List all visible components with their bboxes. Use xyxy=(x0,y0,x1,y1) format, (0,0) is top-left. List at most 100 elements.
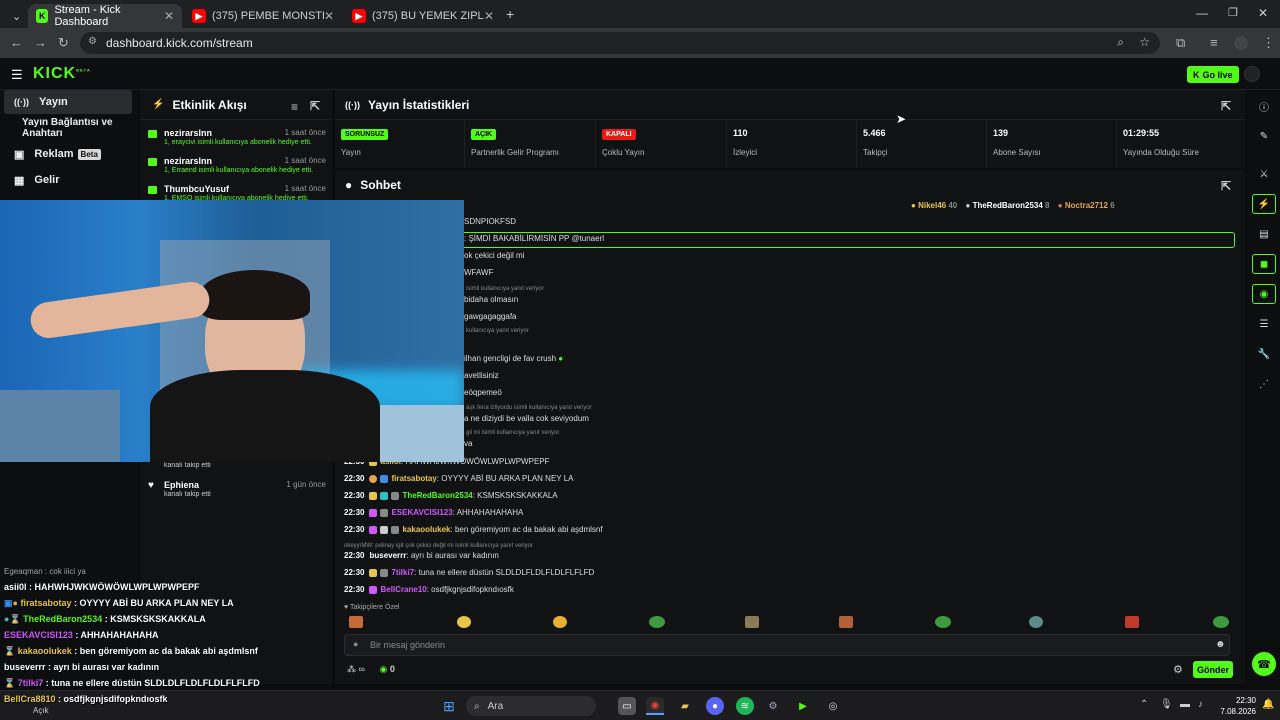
reply-context: isimli kullanıcıya yanıt veriyor xyxy=(466,286,544,292)
maximize-button[interactable]: ❐ xyxy=(1228,6,1238,19)
browser-menu-icon[interactable]: ⋮ xyxy=(1262,35,1275,51)
emote-icon[interactable] xyxy=(745,616,759,628)
chat-footer: ⁂ ∞ ◉ 0 xyxy=(347,664,395,674)
user-avatar[interactable] xyxy=(1244,66,1260,82)
volume-icon[interactable]: ♪ xyxy=(1198,699,1203,710)
emote-icon[interactable] xyxy=(1125,616,1139,628)
send-button[interactable]: Gönder xyxy=(1193,661,1233,678)
chat-input[interactable]: ● Bir mesaj gönderin ☻ xyxy=(344,634,1230,656)
bookmark-star-icon[interactable]: ☆ xyxy=(1139,35,1150,49)
emote-icon[interactable] xyxy=(839,616,853,628)
weather-status: Açık xyxy=(33,706,49,715)
stat-multistream: KAPALI Çoklu Yayın xyxy=(596,120,727,168)
tab-list-button[interactable]: ⌄ xyxy=(4,4,26,28)
extensions-icon[interactable]: ⧉ xyxy=(1176,35,1185,51)
zoom-icon[interactable]: ⌕ xyxy=(1117,35,1124,50)
browser-tab-bar: ⌄ K Stream - Kick Dashboard ✕ ▶ (375) PE… xyxy=(0,0,1280,28)
chat-settings-icon[interactable]: ● xyxy=(353,639,358,649)
pencil-icon[interactable]: ✎ xyxy=(1252,126,1276,146)
users-icon[interactable]: ⁂ xyxy=(347,664,356,674)
emote-icon[interactable] xyxy=(553,616,567,628)
popout-icon[interactable]: ⇱ xyxy=(1221,99,1231,113)
media-icon[interactable]: ≡ xyxy=(1210,35,1218,50)
new-tab-button[interactable]: + xyxy=(506,6,514,22)
windows-start-icon[interactable]: ⊞ xyxy=(440,697,458,715)
chat-message: va xyxy=(464,439,473,448)
window-close-button[interactable]: ✕ xyxy=(1258,6,1268,20)
emote-icon[interactable] xyxy=(457,616,471,628)
popout-icon[interactable]: ⇱ xyxy=(310,99,320,113)
sidebar-item-yayin[interactable]: ((·)) Yayın xyxy=(4,90,132,114)
broadcast-icon: ((·)) xyxy=(345,99,360,110)
wrench-icon[interactable]: 🔧 xyxy=(1252,344,1276,364)
mod-icon[interactable]: ⚔ xyxy=(1252,164,1276,184)
forward-icon[interactable]: → xyxy=(34,35,47,50)
spotify-icon[interactable]: ≋ xyxy=(736,697,754,715)
reload-icon[interactable]: ↻ xyxy=(58,35,69,51)
info-icon[interactable]: ⓘ xyxy=(1252,96,1276,116)
ad-icon: ▣ xyxy=(14,148,25,161)
chat-bubble-icon[interactable]: ◼ xyxy=(1252,254,1276,274)
emote-icon[interactable] xyxy=(649,616,665,628)
emote-icon[interactable] xyxy=(349,616,363,628)
hamburger-menu-icon[interactable]: ☰ xyxy=(11,67,23,83)
task-view-icon[interactable]: ▭ xyxy=(618,697,636,715)
address-bar-row: ← → ↻ ⚙ dashboard.kick.com/stream ⌕ ☆ ⧉ … xyxy=(0,28,1280,58)
lightning-icon[interactable]: ⚡ xyxy=(1252,194,1276,214)
badge-icon xyxy=(391,525,400,534)
status-badge: KAPALI xyxy=(602,129,636,140)
lightning-icon: ⚡ xyxy=(152,99,165,110)
emote-icon[interactable] xyxy=(935,616,951,628)
steam-icon[interactable]: ⚙ xyxy=(764,697,782,715)
chevron-up-icon[interactable]: ⌃ xyxy=(1140,699,1148,710)
gift-icon xyxy=(148,186,157,194)
close-icon[interactable]: ✕ xyxy=(164,9,174,23)
popout-icon[interactable]: ⇱ xyxy=(1221,179,1231,193)
clipboard-icon[interactable]: ▤ xyxy=(1252,224,1276,244)
kick-logo[interactable]: KICKBETA xyxy=(33,65,91,83)
stat-subscribers: 139 Abone Sayısı xyxy=(987,120,1117,168)
close-icon[interactable]: ✕ xyxy=(484,9,494,23)
emote-icon[interactable] xyxy=(1213,616,1229,628)
gear-icon[interactable]: ⚙ xyxy=(1173,663,1183,676)
profile-avatar[interactable] xyxy=(1234,36,1248,50)
obs-icon[interactable]: ◎ xyxy=(824,697,842,715)
emoji-icon[interactable]: ☻ xyxy=(1215,639,1226,650)
broadcast-icon[interactable]: ◉ xyxy=(1252,284,1276,304)
minimize-button[interactable]: — xyxy=(1196,6,1208,20)
go-live-button[interactable]: K Go live xyxy=(1187,66,1239,83)
tab-kick-dashboard[interactable]: K Stream - Kick Dashboard ✕ xyxy=(28,4,182,28)
sidebar-item-reklam[interactable]: ▣ Reklam Beta xyxy=(4,142,132,166)
chat-message: gawgagaggafa xyxy=(464,312,517,321)
sidebar-item-gelir[interactable]: ▦ Gelir xyxy=(4,168,132,192)
network-icon[interactable]: ▬ xyxy=(1180,699,1190,710)
crown-icon: ● xyxy=(965,201,971,210)
taskbar-search[interactable]: ⌕ Ara xyxy=(466,696,596,716)
stream-stats-panel: ((·)) Yayın İstatistikleri ⇱ SORUNSUZ Ya… xyxy=(335,90,1245,168)
stat-yayin: SORUNSUZ Yayın xyxy=(335,120,465,168)
microphone-icon[interactable]: 🎙 xyxy=(1160,699,1173,710)
url-field[interactable]: ⚙ dashboard.kick.com/stream ⌕ ☆ xyxy=(80,32,1160,54)
chat-message: 22:30 firatsabotay: OYYYY ABİ BU ARKA PLA… xyxy=(344,474,574,483)
sidebar-item-stream-key[interactable]: Yayın Bağlantısı ve Anahtarı xyxy=(4,116,140,140)
reply-context: okeyy\MW: pelinay igit çok çekici değil … xyxy=(344,543,533,549)
help-chat-button[interactable]: ☎ xyxy=(1252,652,1276,676)
filter-icon[interactable]: ≡ xyxy=(291,100,298,114)
kick-app-icon[interactable]: ▶ xyxy=(794,697,812,715)
back-icon[interactable]: ← xyxy=(10,35,23,50)
close-icon[interactable]: ✕ xyxy=(324,9,334,23)
badge-icon: ⌛ xyxy=(4,678,16,688)
tab-youtube-2[interactable]: ▶ (375) BU YEMEK ZIPLATIR! ELRA ✕ xyxy=(344,4,502,28)
points-icon[interactable]: ◉ xyxy=(379,664,387,674)
taskbar-clock[interactable]: 22:30 7.08.2026 xyxy=(1216,695,1256,717)
file-explorer-icon[interactable]: ▰ xyxy=(676,697,694,715)
chat-message: WFAWF xyxy=(464,268,494,277)
layers-icon[interactable]: ☰ xyxy=(1252,314,1276,334)
chrome-icon[interactable]: ◉ xyxy=(646,697,664,715)
emote-icon[interactable] xyxy=(1029,616,1043,628)
tab-youtube-1[interactable]: ▶ (375) PEMBE MONSTER | Mada ✕ xyxy=(184,4,342,28)
share-icon[interactable]: ⋰ xyxy=(1252,374,1276,394)
notification-bell-icon[interactable]: 🔔 xyxy=(1262,699,1274,710)
discord-icon[interactable]: ● xyxy=(706,697,724,715)
site-info-icon[interactable]: ⚙ xyxy=(88,36,97,47)
